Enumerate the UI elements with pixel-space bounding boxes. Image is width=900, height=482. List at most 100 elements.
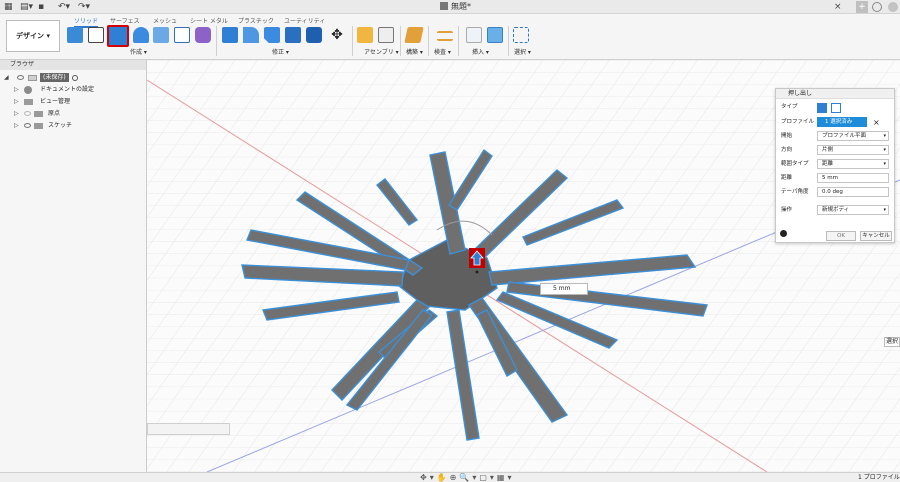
profile-label: プロファイル (781, 119, 815, 125)
workspace-switcher-button[interactable]: デザイン ▾ (6, 20, 60, 52)
select-group-label[interactable]: 選択 ▾ (514, 47, 531, 56)
expand-arrow-icon[interactable]: ▷ (14, 96, 19, 108)
tab-sheet-metal[interactable]: シート メタル (190, 16, 228, 25)
expand-arrow-icon[interactable]: ▷ (14, 120, 19, 132)
tree-item-sketches[interactable]: ▷ スケッチ (0, 120, 147, 132)
tree-item-named-views[interactable]: ▷ ビュー管理 (0, 96, 147, 108)
chevron-down-icon: ▾ (883, 147, 886, 153)
clear-selection-icon[interactable]: × (873, 117, 880, 128)
document-title-text: 無題* (451, 2, 471, 11)
distance-field[interactable]: 5 mm (817, 173, 889, 183)
extrude-type-icon[interactable] (817, 103, 827, 113)
job-status-icon[interactable] (872, 2, 882, 12)
browser-header: ブラウザ (0, 60, 146, 70)
visibility-eye-icon[interactable] (24, 111, 31, 116)
loft-icon[interactable] (174, 27, 190, 43)
distance-input[interactable]: 5 mm (540, 283, 588, 295)
taper-angle-row: テーパ角度 0.0 deg (781, 187, 891, 198)
close-tab-icon[interactable]: × (834, 2, 842, 12)
assemble-group-label[interactable]: アセンブリ ▾ (364, 47, 399, 56)
tab-utilities[interactable]: ユーティリティ (284, 16, 325, 25)
activate-radio-icon[interactable] (72, 75, 78, 81)
taper-angle-field[interactable]: 0.0 deg (817, 187, 889, 197)
new-tab-icon[interactable]: + (856, 1, 868, 13)
ribbon-divider (400, 26, 401, 56)
redo-icon[interactable]: ↷▾ (78, 2, 90, 12)
visibility-eye-icon[interactable] (24, 123, 31, 128)
measure-icon[interactable] (437, 31, 453, 41)
folder-icon (34, 111, 43, 117)
tree-item-document-settings[interactable]: ▷ ドキュメントの設定 (0, 84, 147, 96)
new-component-star-icon[interactable] (357, 27, 373, 43)
extent-type-select[interactable]: 距離 ▾ (817, 159, 889, 169)
cancel-button[interactable]: キャンセル (860, 231, 892, 241)
revolve-icon[interactable] (133, 27, 149, 43)
extrude-icon[interactable] (107, 25, 129, 47)
tab-mesh[interactable]: メッシュ (153, 16, 177, 25)
start-value: プロファイル平面 (822, 133, 867, 139)
start-select[interactable]: プロファイル平面 ▾ (817, 131, 889, 141)
extrude-dialog-title: 押し出し (776, 89, 894, 99)
start-row: 開始 プロファイル平面 ▾ (781, 131, 891, 142)
profile-select-button[interactable]: 1 選択済み (817, 117, 867, 127)
chamfer-icon[interactable] (264, 27, 280, 43)
tree-item-root[interactable]: ◢ (未保存) (0, 72, 147, 84)
select-icon[interactable] (513, 27, 529, 43)
create-sketch-icon[interactable] (88, 27, 104, 43)
status-message: 1 プロファイル | 面積 (858, 474, 900, 481)
thin-extrude-icon[interactable] (831, 103, 841, 113)
info-icon[interactable] (780, 230, 787, 237)
status-bar: ✥▾✋⊕🔍▾▢▾▦▾ 1 プロファイル | 面積 (0, 472, 900, 482)
tab-surface[interactable]: サーフェス (110, 16, 140, 25)
insert-derive-icon[interactable] (466, 27, 482, 43)
document-icon (28, 75, 37, 81)
ribbon-divider (216, 26, 217, 56)
construct-group-label[interactable]: 構築 ▾ (406, 47, 423, 56)
expand-arrow-icon[interactable]: ▷ (14, 108, 19, 120)
visibility-eye-icon[interactable] (17, 75, 24, 80)
undo-icon[interactable]: ↶▾ (58, 2, 70, 12)
extent-type-row: 範囲タイプ 距離 ▾ (781, 159, 891, 170)
handle-origin-dot (475, 270, 479, 274)
shell-icon[interactable] (285, 27, 301, 43)
press-pull-icon[interactable] (222, 27, 238, 43)
collapse-arrow-icon[interactable]: ◢ (4, 72, 9, 84)
insert-group-label[interactable]: 挿入 ▾ (472, 47, 489, 56)
document-title: 無題* (440, 2, 471, 12)
text-commands-box[interactable] (147, 423, 230, 435)
ribbon-divider (508, 26, 509, 56)
app-menu-icon[interactable]: ▦ (4, 2, 13, 12)
move-copy-icon[interactable]: ✥ (329, 27, 345, 43)
new-component-icon[interactable] (67, 27, 83, 43)
insert-image-icon[interactable] (487, 27, 503, 43)
operation-select[interactable]: 新規ボディ ▾ (817, 205, 889, 215)
named-views-label: ビュー管理 (40, 98, 71, 105)
offset-plane-icon[interactable] (404, 27, 424, 43)
create-group-label[interactable]: 作成 ▾ (130, 47, 147, 56)
distance-row: 距離 5 mm (781, 173, 891, 184)
ok-button[interactable]: OK (826, 231, 856, 241)
type-label: タイプ (781, 104, 798, 110)
chevron-down-icon: ▾ (883, 207, 886, 213)
sweep-icon[interactable] (153, 27, 169, 43)
fillet-icon[interactable] (243, 27, 259, 43)
combine-icon[interactable] (306, 27, 322, 43)
tab-plastic[interactable]: プラスチック (238, 16, 274, 25)
file-menu-icon[interactable]: ▤▾ (20, 2, 33, 12)
selection-filter-tab[interactable]: 選択 (884, 337, 900, 347)
save-icon[interactable]: ▪ (38, 2, 44, 12)
folder-icon (24, 99, 33, 105)
joint-icon[interactable] (378, 27, 394, 43)
create-form-icon[interactable] (195, 27, 211, 43)
start-label: 開始 (781, 133, 793, 139)
inspect-group-label[interactable]: 検査 ▾ (434, 47, 451, 56)
navigation-tools-icon[interactable]: ✥▾✋⊕🔍▾▢▾▦▾ (420, 473, 515, 482)
title-bar: ▦ ▤▾ ▪ ↶▾ ↷▾ 無題* × + (0, 0, 900, 14)
direction-select[interactable]: 片側 ▾ (817, 145, 889, 155)
tree-item-origin[interactable]: ▷ 原点 (0, 108, 147, 120)
distance-label: 距離 (781, 175, 793, 181)
modify-group-label[interactable]: 修正 ▾ (272, 47, 289, 56)
root-label[interactable]: (未保存) (40, 73, 69, 82)
help-icon[interactable] (888, 2, 898, 12)
expand-arrow-icon[interactable]: ▷ (14, 84, 19, 96)
